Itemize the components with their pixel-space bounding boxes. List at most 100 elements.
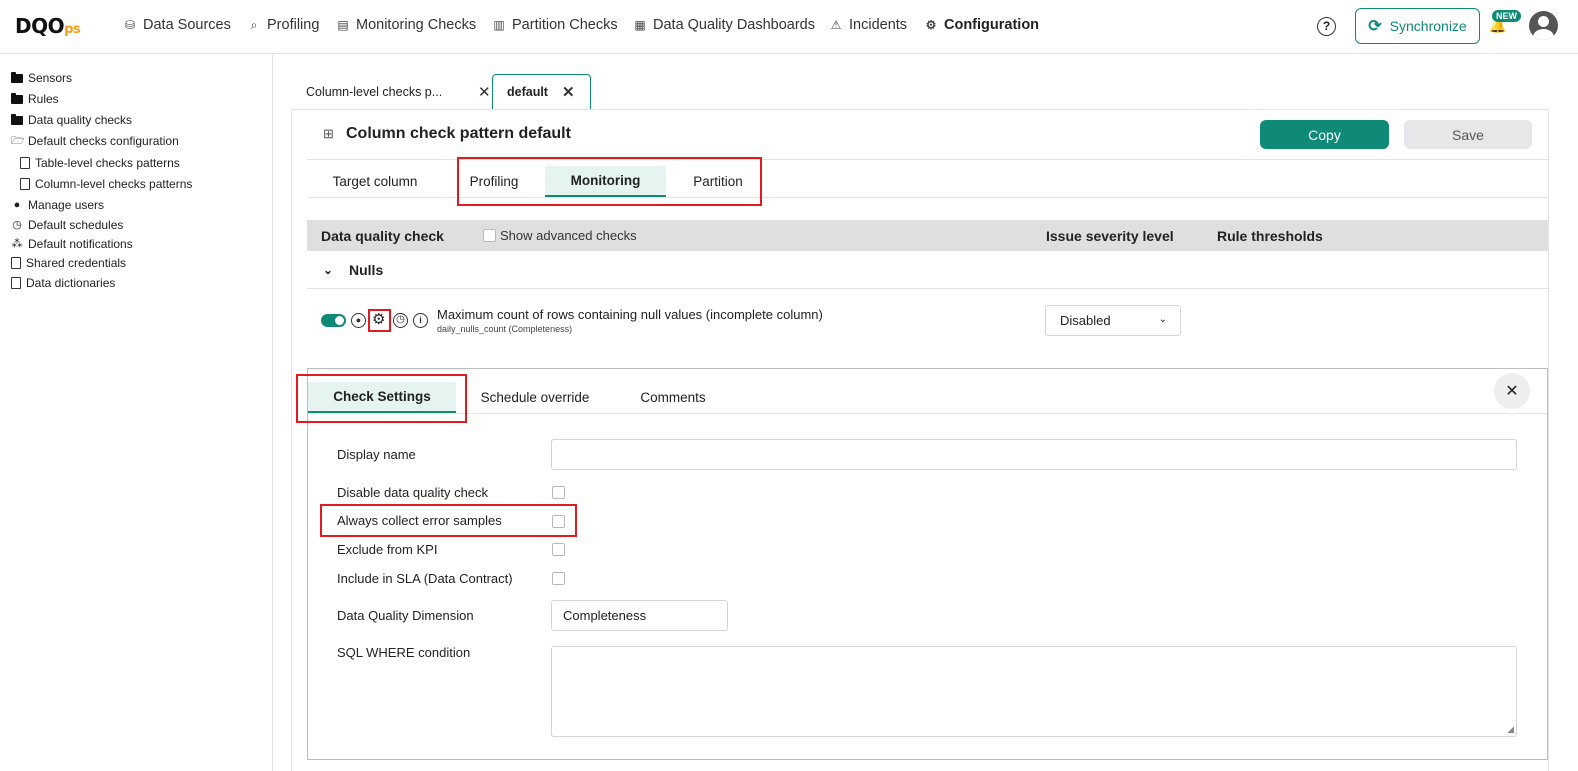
- nav-label: Partition Checks: [512, 17, 618, 33]
- severity-value: Disabled: [1060, 313, 1111, 328]
- nav-profiling[interactable]: ⌕ Profiling: [247, 17, 320, 33]
- sql-where-textarea[interactable]: ◢: [551, 646, 1517, 737]
- highlight-box: [320, 504, 577, 537]
- close-icon[interactable]: ✕: [1494, 373, 1530, 409]
- display-name-label: Display name: [337, 447, 416, 462]
- dimension-input[interactable]: [551, 600, 728, 631]
- nav-label: Profiling: [267, 17, 320, 33]
- tab-label: default: [507, 85, 548, 99]
- column-header-thresholds: Rule thresholds: [1217, 228, 1323, 244]
- nav-label: Configuration: [944, 17, 1040, 33]
- sidebar-item-column-level-checks-patterns[interactable]: Column-level checks patterns: [20, 177, 192, 191]
- info-icon[interactable]: i: [413, 313, 428, 328]
- folder-open-icon: 🗁: [11, 135, 25, 147]
- document-icon: [20, 157, 30, 169]
- show-advanced-label: Show advanced checks: [500, 228, 637, 243]
- disable-check-checkbox[interactable]: [552, 486, 565, 499]
- resize-handle-icon[interactable]: ◢: [1507, 725, 1514, 734]
- sidebar-item-label: Manage users: [28, 198, 105, 212]
- severity-select[interactable]: Disabled ⌄: [1045, 305, 1181, 336]
- data-sources-icon: ⛁: [124, 18, 136, 32]
- target-icon[interactable]: ●: [351, 313, 366, 328]
- nav-label: Monitoring Checks: [356, 17, 477, 33]
- save-button[interactable]: Save: [1404, 120, 1532, 149]
- nav-data-sources[interactable]: ⛁ Data Sources: [123, 17, 231, 33]
- exclude-kpi-label: Exclude from KPI: [337, 542, 438, 557]
- sidebar-item-default-schedules[interactable]: ◷ Default schedules: [11, 218, 123, 232]
- nav-incidents[interactable]: ⚠ Incidents: [829, 17, 907, 33]
- gear-icon: ⚙: [925, 18, 937, 32]
- user-avatar[interactable]: [1529, 11, 1558, 40]
- check-group-title[interactable]: Nulls: [349, 262, 383, 278]
- page-title: Column check pattern default: [346, 125, 571, 142]
- copy-button[interactable]: Copy: [1260, 120, 1389, 149]
- tab-default[interactable]: default ✕: [492, 74, 591, 109]
- monitoring-icon: ▤: [337, 18, 349, 32]
- sidebar-item-data-dictionaries[interactable]: Data dictionaries: [11, 276, 115, 290]
- include-sla-checkbox[interactable]: [552, 572, 565, 585]
- credentials-icon: [11, 257, 21, 269]
- user-icon: ●: [13, 199, 21, 211]
- tab-schedule-override[interactable]: Schedule override: [473, 382, 597, 413]
- sidebar-item-label: Data dictionaries: [26, 276, 116, 290]
- sidebar-item-label: Table-level checks patterns: [35, 156, 180, 170]
- logo-suffix: ps: [64, 22, 81, 37]
- webhook-icon: ⁂: [11, 238, 23, 250]
- logo-text: DQO: [15, 14, 65, 38]
- sidebar-item-label: Default schedules: [28, 218, 124, 232]
- sidebar-item-default-notifications[interactable]: ⁂ Default notifications: [11, 237, 133, 251]
- exclude-kpi-checkbox[interactable]: [552, 543, 565, 556]
- help-icon[interactable]: ?: [1317, 17, 1336, 36]
- new-badge: NEW: [1492, 10, 1521, 22]
- dimension-label: Data Quality Dimension: [337, 608, 474, 623]
- divider: [308, 413, 1547, 414]
- dqops-logo[interactable]: DQOps: [15, 14, 81, 38]
- nav-label: Incidents: [849, 17, 908, 33]
- sidebar-item-label: Default checks configuration: [28, 134, 179, 148]
- show-advanced-checkbox[interactable]: [483, 229, 496, 242]
- clock-icon[interactable]: ◷: [393, 313, 408, 328]
- dictionary-icon: [11, 277, 21, 289]
- nav-monitoring-checks[interactable]: ▤ Monitoring Checks: [336, 17, 476, 33]
- sidebar-item-data-quality-checks[interactable]: Data quality checks: [11, 113, 132, 127]
- sidebar-item-shared-credentials[interactable]: Shared credentials: [11, 256, 126, 270]
- sidebar-item-label: Shared credentials: [26, 256, 127, 270]
- nav-partition-checks[interactable]: ▥ Partition Checks: [492, 17, 618, 33]
- nav-label: Data Quality Dashboards: [653, 17, 815, 33]
- column-header-check: Data quality check: [321, 228, 444, 244]
- sidebar-item-rules[interactable]: Rules: [11, 92, 59, 106]
- highlight-box: [457, 157, 762, 206]
- nav-label: Data Sources: [143, 17, 231, 33]
- sidebar-item-label: Column-level checks patterns: [35, 177, 193, 191]
- check-enabled-toggle[interactable]: [321, 314, 346, 327]
- tab-comments[interactable]: Comments: [628, 382, 718, 413]
- sidebar-item-label: Sensors: [28, 71, 73, 85]
- tab-column-level-checks-patterns[interactable]: Column-level checks p... ✕: [306, 74, 491, 109]
- check-name: Maximum count of rows containing null va…: [437, 307, 823, 322]
- sync-icon: ⟳: [1368, 18, 1382, 35]
- tab-label: Column-level checks p...: [306, 84, 443, 99]
- tab-target-column[interactable]: Target column: [322, 166, 428, 197]
- grid-icon: ⊞: [323, 126, 334, 141]
- sidebar-item-label: Data quality checks: [28, 113, 133, 127]
- highlight-box: [296, 374, 467, 423]
- display-name-input[interactable]: [551, 439, 1517, 470]
- nav-configuration[interactable]: ⚙ Configuration: [924, 17, 1039, 33]
- warning-icon: ⚠: [830, 18, 842, 32]
- folder-icon: [11, 92, 23, 104]
- chevron-down-icon[interactable]: ⌄: [323, 263, 333, 277]
- sidebar-item-manage-users[interactable]: ● Manage users: [11, 198, 104, 212]
- sidebar-item-sensors[interactable]: Sensors: [11, 71, 72, 85]
- close-icon[interactable]: ✕: [478, 83, 491, 101]
- sidebar-item-table-level-checks-patterns[interactable]: Table-level checks patterns: [20, 156, 180, 170]
- nav-data-quality-dashboards[interactable]: ▦ Data Quality Dashboards: [633, 17, 815, 33]
- sidebar-item-default-checks-configuration[interactable]: 🗁 Default checks configuration: [11, 134, 179, 148]
- partition-icon: ▥: [493, 18, 505, 32]
- disable-check-label: Disable data quality check: [337, 485, 489, 500]
- column-header-severity: Issue severity level: [1046, 228, 1174, 244]
- close-icon[interactable]: ✕: [562, 83, 575, 101]
- folder-icon: [11, 113, 23, 125]
- chevron-down-icon: ⌄: [1158, 314, 1167, 325]
- folder-icon: [11, 71, 23, 83]
- synchronize-button[interactable]: ⟳ Synchronize: [1355, 8, 1480, 44]
